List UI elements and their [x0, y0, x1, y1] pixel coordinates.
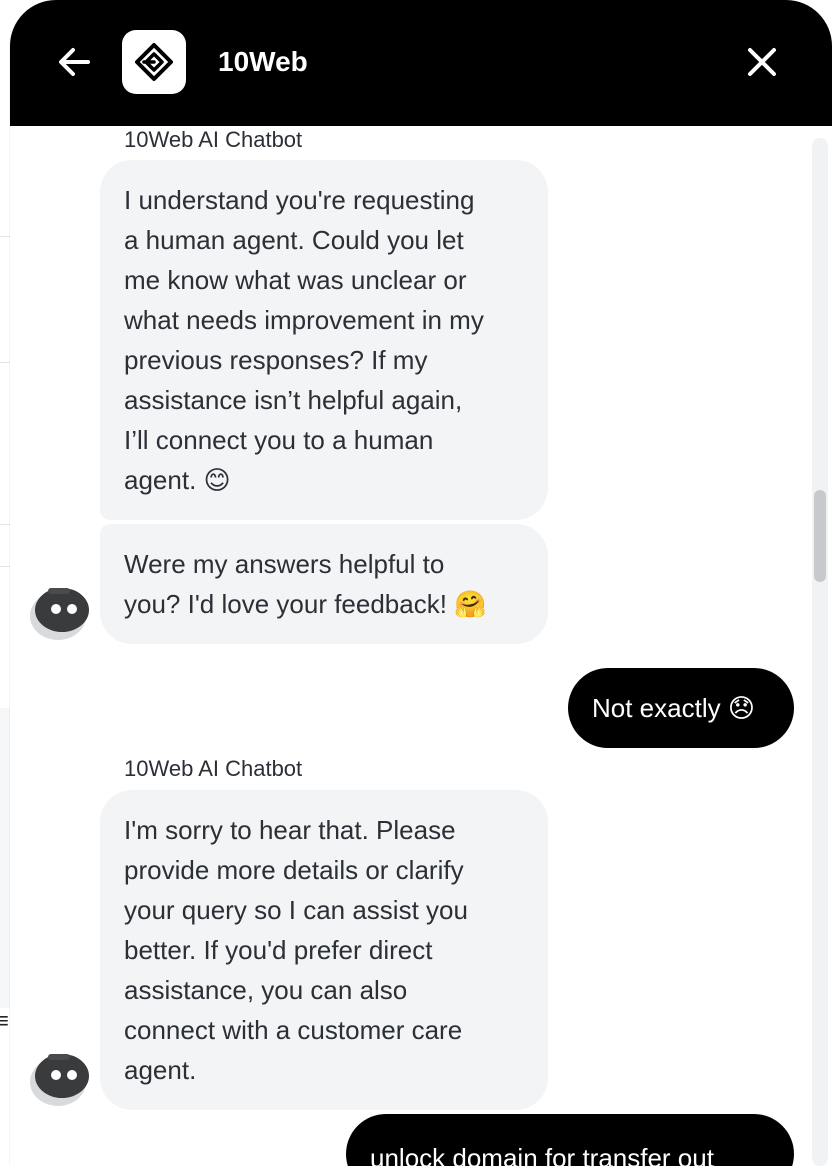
message-line: previous responses? If my	[124, 345, 428, 375]
bot-message-bubble: Were my answers helpful to you? I'd love…	[100, 524, 548, 644]
message-line: me know what was unclear or	[124, 265, 467, 295]
message-line: provide more details or clarify	[124, 855, 464, 885]
scrollbar-thumb[interactable]	[814, 490, 826, 582]
close-icon	[748, 48, 776, 76]
message-line: a human agent. Could you let	[124, 225, 464, 255]
message-line: agent. 😊	[124, 465, 231, 495]
brand-logo	[122, 30, 186, 94]
sender-name: 10Web AI Chatbot	[124, 127, 303, 152]
message-line: I understand you're requesting	[124, 185, 475, 215]
message-line: I’ll connect you to a human	[124, 425, 434, 455]
bot-avatar-icon	[30, 1054, 89, 1106]
10web-logo-icon	[135, 43, 173, 81]
bot-message-bubble: I understand you're requesting a human a…	[100, 160, 548, 520]
bot-message-bubble: I'm sorry to hear that. Please provide m…	[100, 790, 548, 1110]
chat-title: 10Web	[218, 46, 308, 77]
message-line: what needs improvement in my	[124, 305, 484, 335]
arrow-left-icon	[59, 48, 90, 76]
user-message-bubble: unlock domain for transfer out	[346, 1114, 794, 1166]
message-text: Not exactly 😞	[592, 693, 755, 723]
message-line: agent.	[124, 1055, 197, 1085]
menu-icon: ≡	[0, 1008, 9, 1033]
message-line: your query so I can assist you	[124, 895, 468, 925]
message-line: better. If you'd prefer direct	[124, 935, 433, 965]
bot-avatar-icon	[30, 588, 89, 640]
chat-widget: 10Web 10Web AI Chatbot I understand you'…	[10, 0, 832, 1166]
message-line: Were my answers helpful to	[124, 549, 445, 579]
message-text: unlock domain for transfer out	[370, 1143, 714, 1166]
message-line: I'm sorry to hear that. Please	[124, 815, 456, 845]
user-message-bubble: Not exactly 😞	[568, 668, 794, 748]
chat-header: 10Web	[10, 0, 832, 126]
message-line: you? I'd love your feedback! 🤗	[124, 589, 487, 619]
chat-scrollbar[interactable]	[812, 138, 828, 1166]
message-line: connect with a customer care	[124, 1015, 463, 1045]
message-line: assistance isn’t helpful again,	[124, 385, 463, 415]
close-button[interactable]	[740, 40, 784, 84]
sender-name: 10Web AI Chatbot	[124, 756, 303, 781]
back-button[interactable]	[52, 40, 96, 84]
message-line: assistance, you can also	[124, 975, 408, 1005]
